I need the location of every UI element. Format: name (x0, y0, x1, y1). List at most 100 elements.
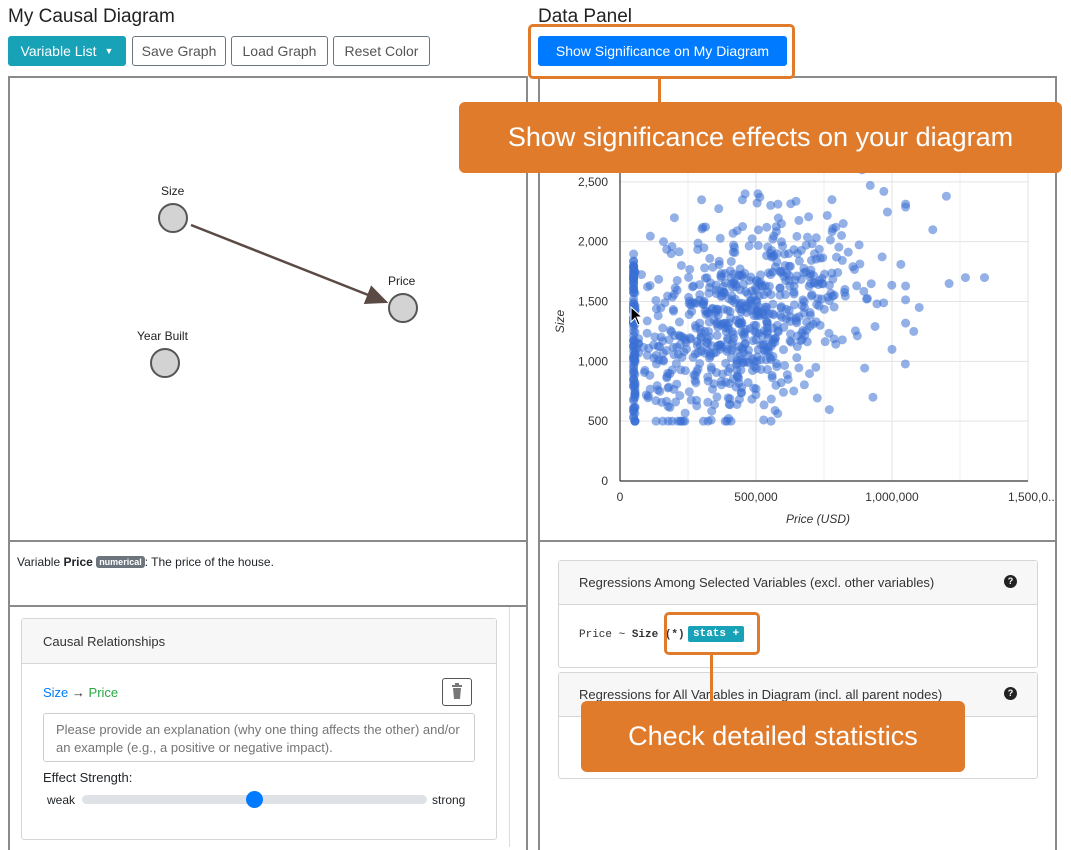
scatter-point[interactable] (768, 267, 778, 277)
scatter-point[interactable] (900, 359, 910, 369)
scatter-point[interactable] (941, 191, 951, 201)
scatter-point[interactable] (837, 255, 847, 265)
scatter-point[interactable] (752, 198, 762, 208)
scatter-point[interactable] (753, 345, 763, 355)
scatter-point[interactable] (630, 349, 640, 359)
scatter-point[interactable] (650, 332, 660, 342)
scatter-point[interactable] (630, 381, 640, 391)
scatter-point[interactable] (768, 323, 778, 333)
scatter-point[interactable] (775, 290, 785, 300)
scatter-point[interactable] (672, 275, 682, 285)
scatter-point[interactable] (717, 380, 727, 390)
scatter-point[interactable] (829, 302, 839, 312)
scatter-point[interactable] (697, 346, 707, 356)
scatter-point[interactable] (827, 227, 837, 237)
scatter-point[interactable] (747, 234, 757, 244)
scatter-point[interactable] (811, 233, 821, 243)
scatter-point[interactable] (829, 334, 839, 344)
scatter-point[interactable] (697, 195, 707, 205)
scatter-point[interactable] (715, 233, 725, 243)
scatter-point[interactable] (680, 366, 690, 376)
scatter-point[interactable] (781, 304, 791, 314)
slider-thumb[interactable] (246, 791, 263, 808)
scatter-point[interactable] (877, 252, 887, 262)
scatter-point[interactable] (750, 326, 760, 336)
node-year-built[interactable] (150, 348, 180, 378)
scatter-point[interactable] (752, 356, 762, 366)
scatter-point[interactable] (865, 180, 875, 190)
scatter-point[interactable] (688, 281, 698, 291)
scatter-point[interactable] (833, 267, 843, 277)
scatter-point[interactable] (852, 281, 862, 291)
scatter-point[interactable] (723, 305, 733, 315)
scatter-point[interactable] (819, 304, 829, 314)
scatter-point[interactable] (703, 397, 713, 407)
scatter-point[interactable] (680, 408, 690, 418)
scatter-point[interactable] (850, 326, 860, 336)
scatter-point[interactable] (794, 215, 804, 225)
scatter-point[interactable] (811, 362, 821, 372)
scatter-point[interactable] (658, 355, 668, 365)
node-price[interactable] (388, 293, 418, 323)
scatter-point[interactable] (807, 290, 817, 300)
panel-scrollbar-track[interactable] (509, 607, 510, 847)
scatter-point[interactable] (809, 278, 819, 288)
scatter-point[interactable] (789, 289, 799, 299)
scatter-point[interactable] (726, 256, 736, 266)
scatter-point[interactable] (756, 270, 766, 280)
edge-size-to-price[interactable] (190, 223, 389, 304)
scatter-point[interactable] (762, 222, 772, 232)
scatter-point[interactable] (771, 227, 781, 237)
scatter-point[interactable] (654, 274, 664, 284)
scatter-point[interactable] (960, 273, 970, 283)
scatter-point[interactable] (773, 213, 783, 223)
scatter-point[interactable] (860, 363, 870, 373)
scatter-point[interactable] (868, 392, 878, 402)
scatter-point[interactable] (804, 212, 814, 222)
reset-color-button[interactable]: Reset Color (333, 36, 430, 66)
scatter-point[interactable] (791, 313, 801, 323)
scatter-point[interactable] (799, 380, 809, 390)
scatter-point[interactable] (870, 321, 880, 331)
scatter-point[interactable] (645, 231, 655, 241)
scatter-point[interactable] (722, 334, 732, 344)
scatter-point[interactable] (716, 340, 726, 350)
scatter-point[interactable] (879, 186, 889, 196)
scatter-point[interactable] (685, 264, 695, 274)
scatter-point[interactable] (909, 326, 919, 336)
scatter-point[interactable] (698, 222, 708, 232)
scatter-point[interactable] (687, 306, 697, 316)
scatter-point[interactable] (796, 336, 806, 346)
scatter-point[interactable] (754, 278, 764, 288)
load-graph-button[interactable]: Load Graph (231, 36, 328, 66)
scatter-point[interactable] (771, 380, 781, 390)
scatter-point[interactable] (766, 394, 776, 404)
scatter-point[interactable] (901, 295, 911, 305)
scatter-point[interactable] (692, 395, 702, 405)
scatter-point[interactable] (691, 323, 701, 333)
scatter-point[interactable] (791, 196, 801, 206)
scatter-point[interactable] (666, 249, 676, 259)
scatter-point[interactable] (713, 304, 723, 314)
scatter-point[interactable] (792, 353, 802, 363)
scatter-point[interactable] (641, 390, 651, 400)
scatter-point[interactable] (901, 318, 911, 328)
scatter-point[interactable] (797, 301, 807, 311)
scatter-point[interactable] (781, 314, 791, 324)
scatter-point[interactable] (629, 271, 639, 281)
scatter-point[interactable] (825, 235, 835, 245)
scatter-point[interactable] (653, 311, 663, 321)
scatter-point[interactable] (712, 330, 722, 340)
scatter-point[interactable] (757, 331, 767, 341)
scatter-point[interactable] (806, 255, 816, 265)
scatter-point[interactable] (630, 416, 640, 426)
scatter-point[interactable] (753, 225, 763, 235)
scatter-point[interactable] (765, 352, 775, 362)
scatter-point[interactable] (629, 394, 639, 404)
scatter-point[interactable] (753, 240, 763, 250)
scatter-point[interactable] (684, 292, 694, 302)
scatter-point[interactable] (854, 240, 864, 250)
scatter-point[interactable] (824, 405, 834, 415)
scatter-point[interactable] (849, 265, 859, 275)
scatter-point[interactable] (706, 415, 716, 425)
